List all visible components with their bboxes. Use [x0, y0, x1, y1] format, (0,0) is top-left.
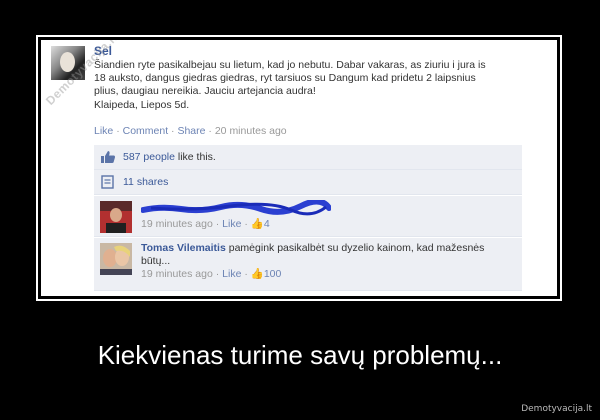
- post-text-line: Šiandien ryte pasikalbejau su lietum, ka…: [94, 59, 486, 71]
- likes-suffix: like this.: [174, 151, 216, 163]
- comment-like-link[interactable]: Like: [222, 268, 241, 280]
- separator: ·: [171, 125, 175, 137]
- likes-count-link[interactable]: 587 people: [123, 151, 175, 163]
- comment-timestamp[interactable]: 19 minutes ago: [141, 218, 213, 230]
- comment-item: Tomas Vilemaitis pamėgink pasikalbėt su …: [94, 237, 522, 291]
- site-credit: Demotyvacija.lt: [521, 404, 592, 414]
- comment-body: Tomas Vilemaitis pamėgink pasikalbėt su …: [141, 242, 511, 281]
- share-icon: [101, 175, 114, 189]
- comment-meta: 19 minutes ago · Like · 👍4: [141, 218, 270, 230]
- demotivator-frame: Sel Šiandien ryte pasikalbejau su lietum…: [36, 35, 562, 301]
- comment-item: 19 minutes ago · Like · 👍4: [94, 195, 522, 237]
- commenter-name[interactable]: Tomas Vilemaitis: [141, 242, 226, 254]
- commenter-avatar[interactable]: [100, 243, 132, 275]
- post-text: Šiandien ryte pasikalbejau su lietum, ka…: [94, 59, 539, 112]
- post-timestamp[interactable]: 20 minutes ago: [215, 125, 287, 137]
- post-actions: Like · Comment · Share · 20 minutes ago: [94, 125, 287, 137]
- comment-link[interactable]: Comment: [123, 125, 169, 137]
- demotivator-caption: Kiekvienas turime savų problemų...: [97, 340, 503, 370]
- post-text-line: plius, daugiau nereikia. Jauciu artejanc…: [94, 85, 316, 98]
- comment-timestamp[interactable]: 19 minutes ago: [141, 268, 213, 280]
- shares-link[interactable]: 11 shares: [123, 176, 168, 188]
- post-text-line: 18 auksto, dangus giedras giedras, ryt t…: [94, 72, 476, 85]
- comment-like-link[interactable]: Like: [222, 218, 241, 230]
- comment-meta: 19 minutes ago · Like · 👍100: [141, 268, 282, 280]
- comment-like-count[interactable]: 4: [264, 218, 270, 230]
- likes-summary: 587 people like this.: [123, 151, 216, 163]
- shares-row: 11 shares: [94, 170, 522, 195]
- thumbs-up-icon: 👍: [250, 268, 264, 280]
- likes-row: 587 people like this.: [94, 145, 522, 170]
- share-link[interactable]: Share: [177, 125, 205, 137]
- thumbs-up-icon: 👍: [250, 218, 264, 230]
- feedback-box: 587 people like this. 11 shares 19 minut…: [94, 145, 522, 291]
- thumbs-up-icon: [101, 151, 116, 163]
- commenter-avatar[interactable]: [100, 201, 132, 233]
- comment-body: 19 minutes ago · Like · 👍4: [141, 218, 511, 231]
- comment-like-count[interactable]: 100: [264, 268, 282, 280]
- facebook-post-screenshot: Sel Šiandien ryte pasikalbejau su lietum…: [41, 40, 557, 296]
- post-text-line: Klaipeda, Liepos 5d.: [94, 98, 190, 111]
- redacted-comment-scribble: [141, 200, 331, 216]
- separator: ·: [208, 125, 212, 137]
- like-link[interactable]: Like: [94, 125, 113, 137]
- separator: ·: [116, 125, 120, 137]
